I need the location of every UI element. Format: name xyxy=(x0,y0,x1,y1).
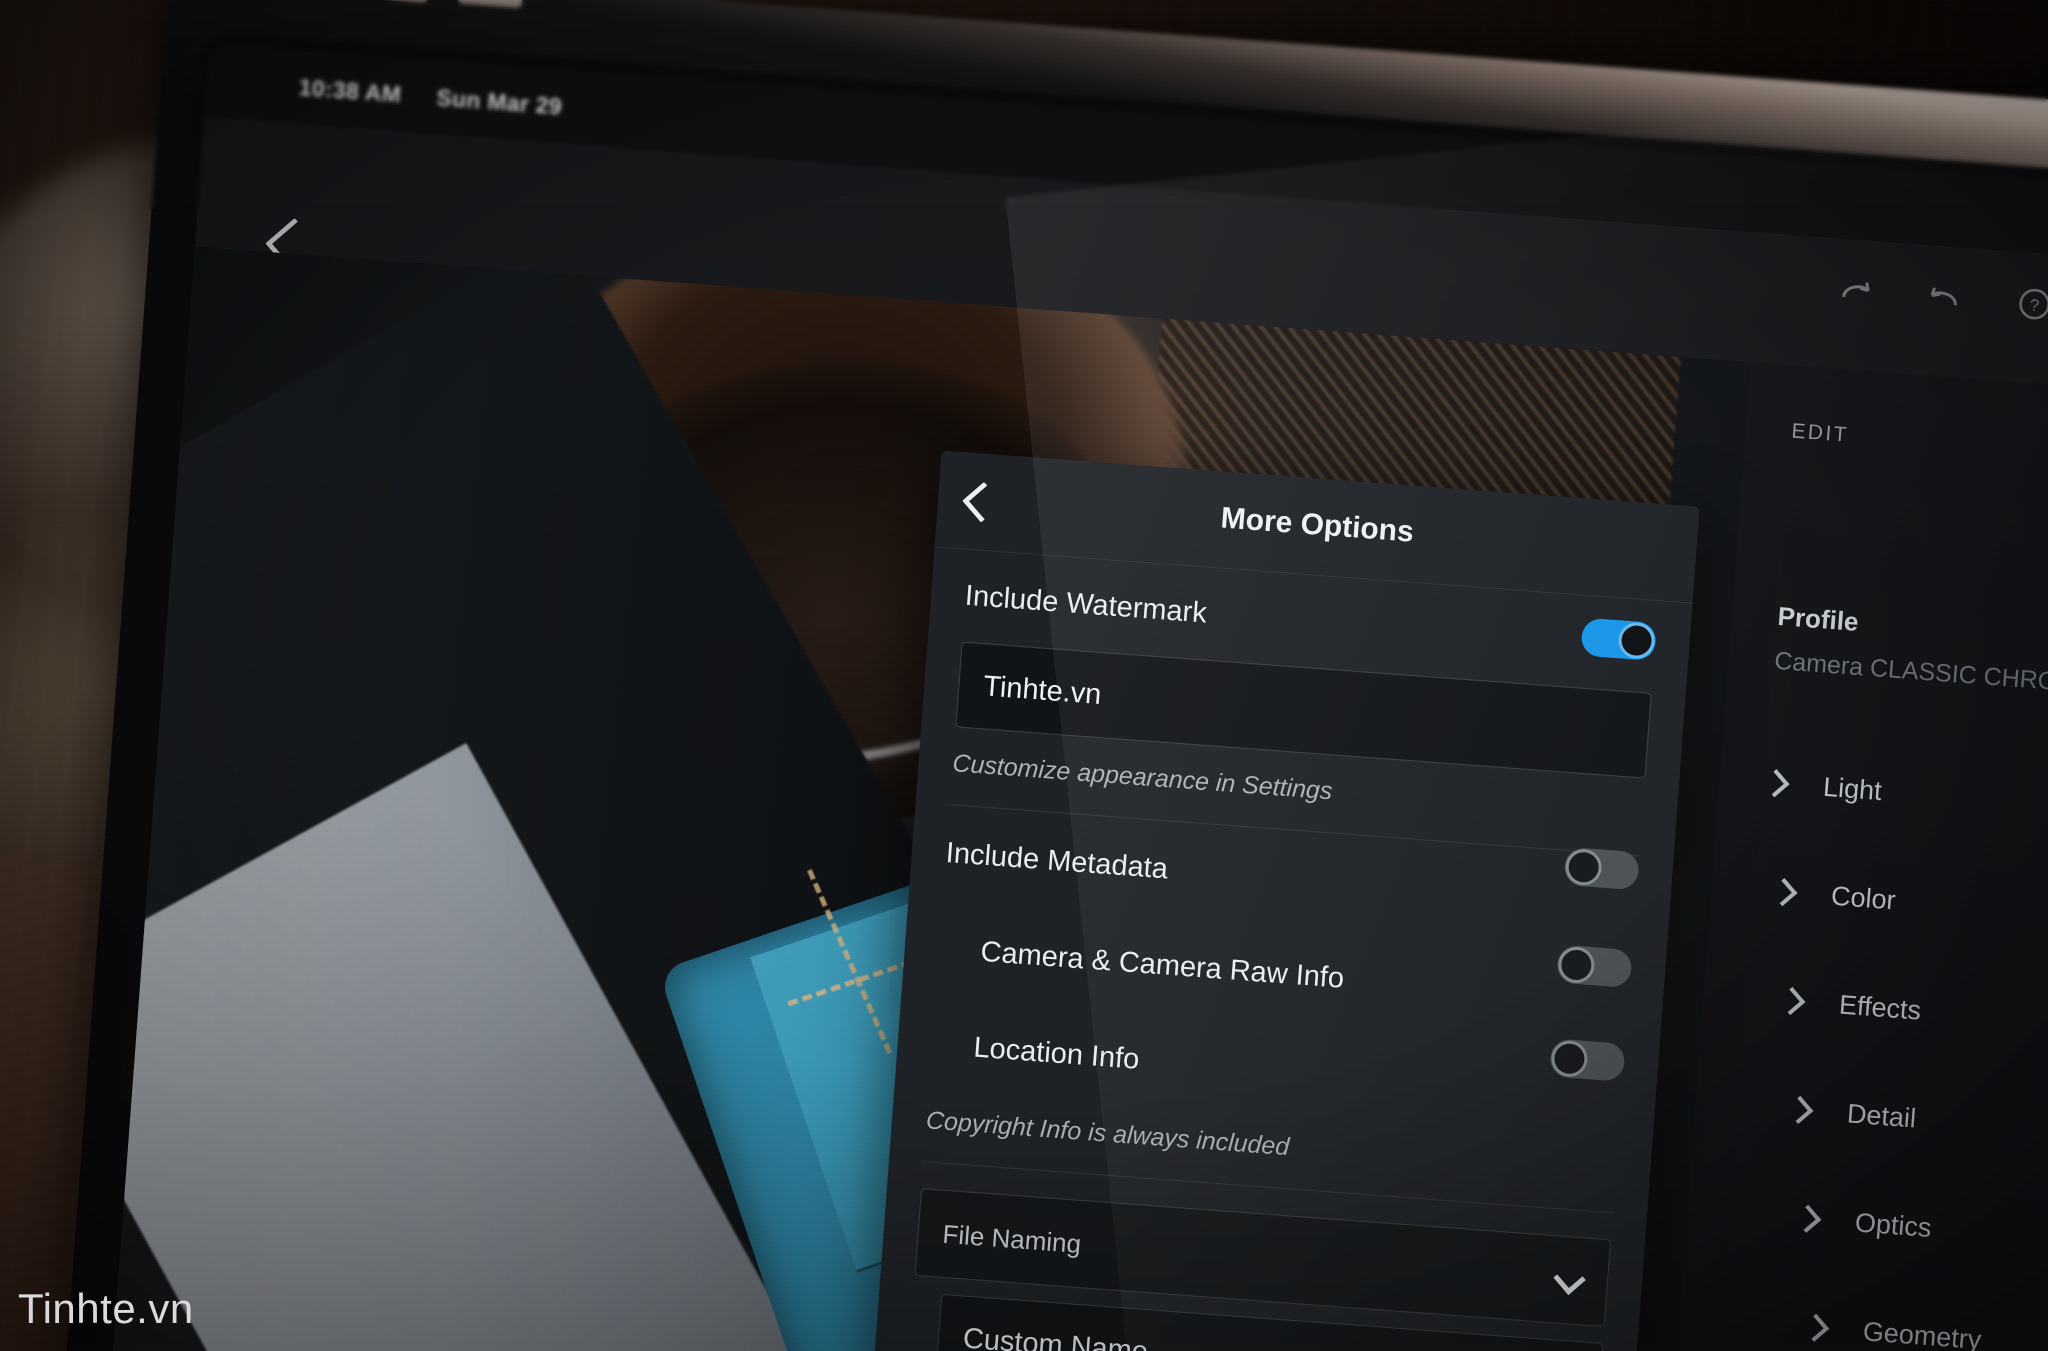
include-watermark-label: Include Watermark xyxy=(963,579,1208,630)
edit-row-color[interactable]: Color xyxy=(1769,865,2048,942)
camera-info-label: Camera & Camera Raw Info xyxy=(979,935,1346,995)
svg-text:?: ? xyxy=(2029,296,2040,316)
photograph-of-ipad: 10:38 AM Sun Mar 29 ? EDIT Profile Camer… xyxy=(0,0,2048,1351)
profile-value: Camera CLASSIC CHROME xyxy=(1773,646,2048,699)
edit-row-label: Color xyxy=(1830,880,1897,915)
ipad-screen: 10:38 AM Sun Mar 29 ? EDIT Profile Camer… xyxy=(98,43,2048,1351)
status-time: 10:38 AM xyxy=(297,73,403,108)
site-watermark: Tinhte.vn xyxy=(18,1285,194,1332)
chevron-right-icon xyxy=(1769,878,1798,907)
include-metadata-toggle[interactable] xyxy=(1563,846,1640,891)
redo-icon[interactable] xyxy=(1837,275,1873,307)
edit-row-label: Geometry xyxy=(1861,1315,1983,1351)
camera-info-toggle[interactable] xyxy=(1556,944,1633,989)
watermark-text-value: Tinhte.vn xyxy=(982,669,1103,711)
edit-row-geometry[interactable]: Geometry xyxy=(1801,1301,2048,1351)
edit-row-detail[interactable]: Detail xyxy=(1785,1083,2048,1160)
custom-name-value: Custom Name xyxy=(961,1322,1150,1351)
profile-label: Profile xyxy=(1776,600,1860,637)
dialog-body: Include Watermark Tinhte.vn Customize ap… xyxy=(856,547,1693,1351)
edit-row-label: Optics xyxy=(1854,1206,1933,1243)
include-watermark-toggle[interactable] xyxy=(1580,617,1657,661)
status-date: Sun Mar 29 xyxy=(435,84,563,120)
edit-row-label: Effects xyxy=(1838,989,1923,1026)
edit-row-optics[interactable]: Optics xyxy=(1793,1192,2048,1269)
volume-up-button[interactable] xyxy=(363,0,429,4)
edit-row-light[interactable]: Light xyxy=(1761,757,2048,834)
file-naming-label: File Naming xyxy=(941,1218,1083,1259)
watermark-hint: Customize appearance in Settings xyxy=(951,749,1334,806)
undo-icon[interactable] xyxy=(1927,281,1963,313)
edit-panel-header: EDIT xyxy=(1790,419,1850,447)
location-info-toggle[interactable] xyxy=(1549,1038,1626,1082)
edit-row-label: Detail xyxy=(1846,1098,1918,1134)
ipad-device: 10:38 AM Sun Mar 29 ? EDIT Profile Camer… xyxy=(51,0,2048,1351)
chevron-right-icon xyxy=(1777,986,1806,1016)
chevron-down-icon xyxy=(1553,1262,1586,1296)
chevron-right-icon xyxy=(1761,769,1790,798)
edit-row-label: Light xyxy=(1822,771,1883,806)
chevron-right-icon xyxy=(1785,1095,1814,1125)
chevron-right-icon xyxy=(1801,1313,1830,1342)
chevron-right-icon xyxy=(1793,1204,1822,1233)
help-icon[interactable]: ? xyxy=(2016,286,2048,322)
location-info-label: Location Info xyxy=(972,1031,1141,1076)
volume-down-button[interactable] xyxy=(457,0,523,9)
include-metadata-label: Include Metadata xyxy=(944,836,1170,885)
more-options-dialog: More Options Include Watermark Tinhte.vn… xyxy=(855,450,1700,1351)
edit-row-effects[interactable]: Effects xyxy=(1777,974,2048,1051)
